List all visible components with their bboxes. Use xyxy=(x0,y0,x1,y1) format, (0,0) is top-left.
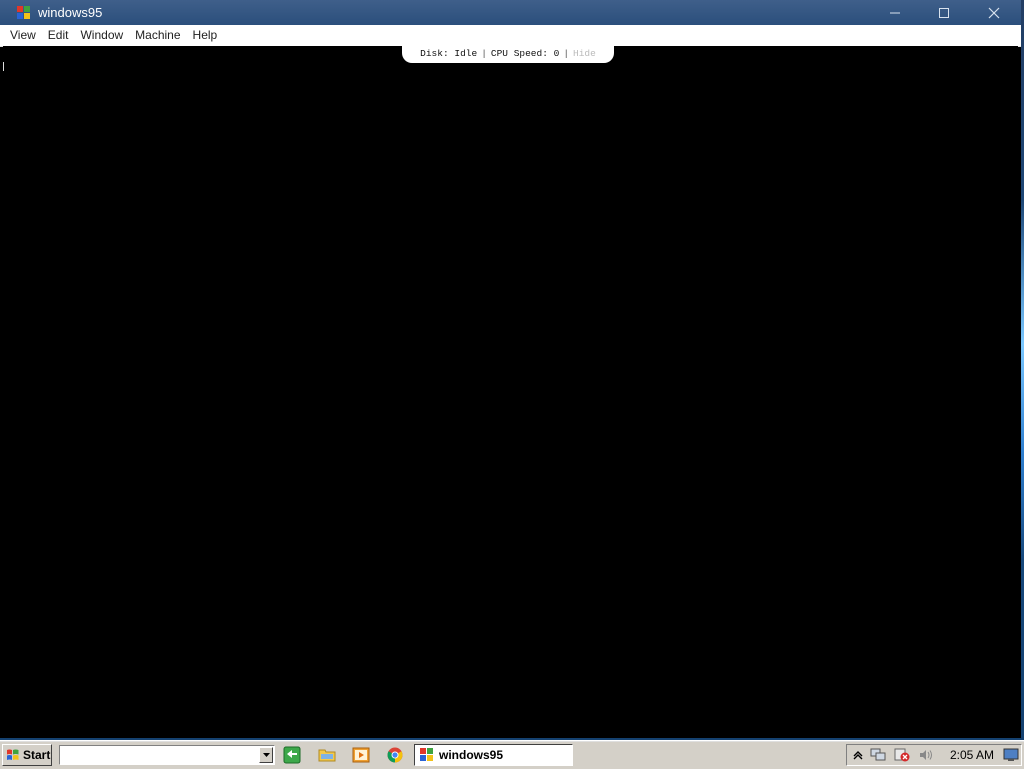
monitor-icon xyxy=(1003,748,1019,761)
close-icon xyxy=(988,7,1000,18)
media-player-icon xyxy=(352,747,370,763)
menu-view[interactable]: View xyxy=(4,25,42,46)
security-alert-tray-button[interactable] xyxy=(894,748,910,762)
cpu-speed-label: CPU Speed: xyxy=(490,48,548,59)
taskbar-clock[interactable]: 2:05 AM xyxy=(950,748,994,762)
chrome-button[interactable] xyxy=(386,746,404,764)
windows-logo-icon xyxy=(420,748,433,761)
start-button[interactable]: Start xyxy=(2,744,52,766)
text-cursor xyxy=(3,62,4,71)
network-tray-button[interactable] xyxy=(870,748,886,762)
windows-logo-icon xyxy=(17,6,30,19)
status-bar: Disk: Idle | CPU Speed: 0 | Hide xyxy=(402,44,614,63)
title-bar[interactable]: windows95 xyxy=(0,0,1021,25)
close-button[interactable] xyxy=(971,0,1017,25)
system-tray: 2:05 AM xyxy=(846,744,1022,766)
taskbar-button-label: windows95 xyxy=(439,748,504,762)
status-separator: | xyxy=(481,48,487,59)
chrome-icon xyxy=(387,747,403,763)
menu-window[interactable]: Window xyxy=(74,25,129,46)
disk-status: Idle xyxy=(454,48,478,59)
menu-help[interactable]: Help xyxy=(187,25,224,46)
menu-machine[interactable]: Machine xyxy=(129,25,186,46)
media-player-button[interactable] xyxy=(352,746,370,764)
show-hidden-icons-icon xyxy=(853,751,863,760)
hide-status-link[interactable]: Hide xyxy=(573,48,596,59)
menu-edit[interactable]: Edit xyxy=(42,25,75,46)
network-icon xyxy=(870,748,886,761)
window-title: windows95 xyxy=(38,5,103,20)
disk-label: Disk: xyxy=(420,48,449,59)
address-dropdown-button[interactable] xyxy=(259,747,273,763)
start-label: Start xyxy=(23,748,51,762)
maximize-button[interactable] xyxy=(921,0,967,25)
app-window: windows95 View Edit Window Machine Help … xyxy=(0,0,1021,738)
show-hidden-icons-button[interactable] xyxy=(850,748,866,762)
address-bar[interactable] xyxy=(59,745,275,765)
volume-tray-button[interactable] xyxy=(918,748,934,762)
emulator-screen[interactable] xyxy=(3,46,1018,738)
chevron-down-icon xyxy=(262,753,270,757)
taskbar: Start windows95 2:05 AM xyxy=(0,740,1024,769)
windows-logo-icon xyxy=(7,749,19,760)
address-input[interactable] xyxy=(60,747,260,765)
taskbar-button-windows95[interactable]: windows95 xyxy=(414,744,573,766)
security-alert-icon xyxy=(894,748,910,762)
folder-button[interactable] xyxy=(318,746,336,764)
minimize-button[interactable] xyxy=(872,0,918,25)
switch-desktop-icon xyxy=(283,746,301,764)
folder-icon xyxy=(318,749,336,762)
status-separator: | xyxy=(563,48,570,59)
volume-icon xyxy=(920,750,932,760)
maximize-icon xyxy=(939,7,949,18)
show-desktop-button[interactable] xyxy=(1003,748,1019,762)
minimize-icon xyxy=(890,12,900,13)
switch-desktop-button[interactable] xyxy=(283,746,301,764)
